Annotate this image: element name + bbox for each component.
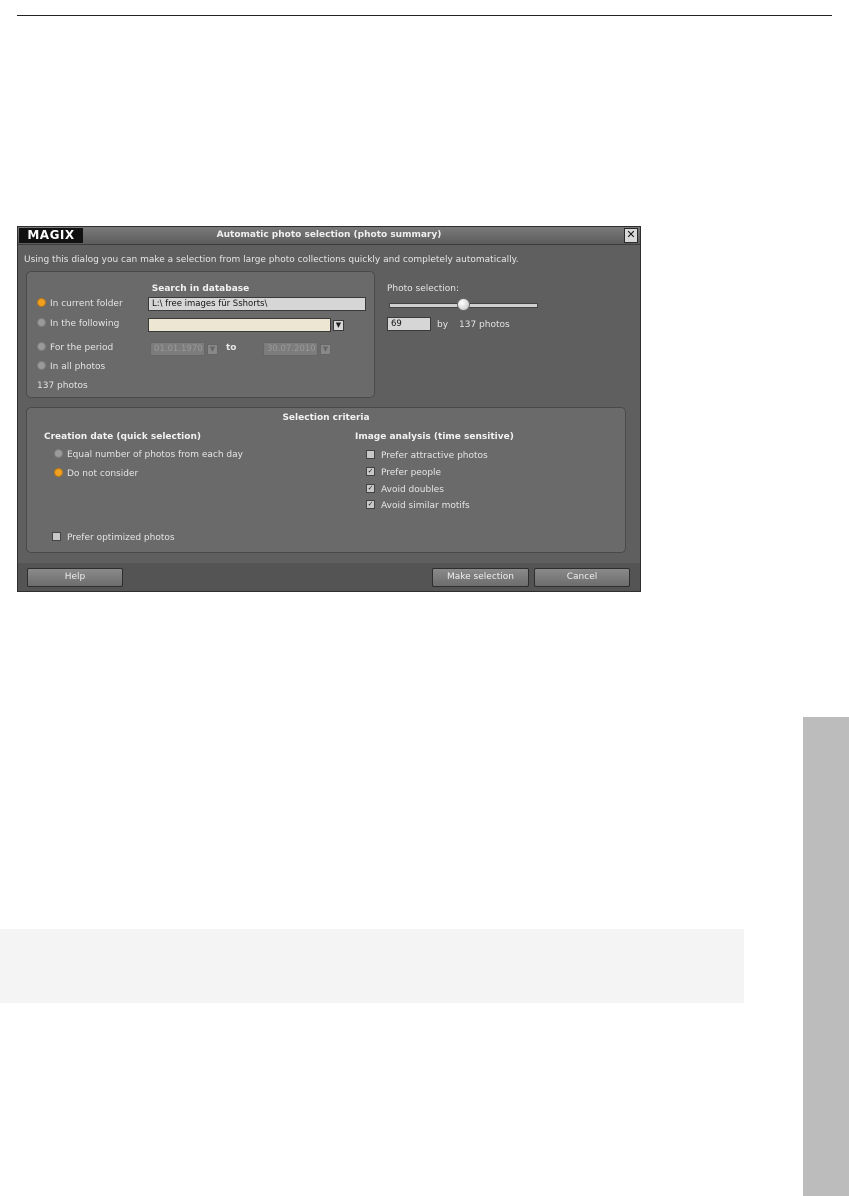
checkbox-prefer-people[interactable]: ✓ Prefer people bbox=[366, 467, 442, 478]
radio-label: In all photos bbox=[50, 362, 106, 372]
radio-dot-icon bbox=[54, 468, 63, 477]
chevron-down-icon[interactable]: ▼ bbox=[207, 344, 218, 355]
following-folder-select[interactable] bbox=[148, 318, 331, 332]
checkmark-icon: ✓ bbox=[366, 500, 375, 509]
criteria-panel-title: Selection criteria bbox=[282, 413, 370, 423]
close-icon[interactable]: ✕ bbox=[624, 228, 638, 243]
page-note-box bbox=[0, 929, 744, 1003]
checkbox-prefer-optimized[interactable]: Prefer optimized photos bbox=[52, 532, 175, 543]
checkbox-prefer-attractive[interactable]: Prefer attractive photos bbox=[366, 450, 488, 461]
period-to-field[interactable]: 30.07.2010 bbox=[263, 342, 318, 356]
period-to-label: to bbox=[226, 343, 237, 353]
radio-all-photos[interactable]: In all photos bbox=[37, 361, 106, 372]
help-button[interactable]: Help bbox=[27, 568, 123, 587]
checkbox-avoid-doubles[interactable]: ✓ Avoid doubles bbox=[366, 484, 444, 495]
selection-criteria-panel: Selection criteria bbox=[26, 407, 626, 553]
photo-selection-count-field[interactable]: 69 bbox=[387, 317, 431, 331]
checkbox-label: Avoid doubles bbox=[381, 485, 444, 495]
checkbox-icon bbox=[52, 532, 61, 541]
dialog-title: Automatic photo selection (photo summary… bbox=[216, 230, 442, 240]
make-selection-button[interactable]: Make selection bbox=[432, 568, 529, 587]
creation-date-heading: Creation date (quick selection) bbox=[44, 432, 201, 442]
checkmark-icon: ✓ bbox=[366, 484, 375, 493]
checkbox-avoid-similar[interactable]: ✓ Avoid similar motifs bbox=[366, 500, 470, 511]
radio-in-following[interactable]: In the following bbox=[37, 318, 120, 329]
search-photo-count: 137 photos bbox=[37, 381, 88, 391]
checkbox-label: Prefer attractive photos bbox=[381, 451, 488, 461]
radio-label: In the following bbox=[50, 319, 120, 329]
checkbox-icon bbox=[366, 450, 375, 459]
photo-selection-dialog: MAGIX Automatic photo selection (photo s… bbox=[17, 226, 641, 592]
chevron-down-icon[interactable]: ▼ bbox=[320, 344, 331, 355]
checkbox-label: Avoid similar motifs bbox=[381, 501, 470, 511]
page-side-tab bbox=[803, 717, 849, 1196]
radio-current-folder[interactable]: In current folder bbox=[37, 298, 123, 309]
period-from-field[interactable]: 01.01.1970 bbox=[150, 342, 205, 356]
photo-selection-by-label: by bbox=[437, 320, 449, 330]
photo-selection-slider-knob[interactable] bbox=[457, 298, 470, 311]
radio-label: Equal number of photos from each day bbox=[67, 450, 243, 460]
search-panel-title: Search in database bbox=[151, 284, 250, 294]
radio-dot-icon bbox=[54, 449, 63, 458]
radio-do-not-consider[interactable]: Do not consider bbox=[54, 468, 139, 479]
radio-dot-icon bbox=[37, 361, 46, 370]
radio-equal-per-day[interactable]: Equal number of photos from each day bbox=[54, 449, 243, 460]
checkbox-label: Prefer people bbox=[381, 468, 442, 478]
search-database-panel: Search in database bbox=[26, 271, 375, 398]
radio-dot-icon bbox=[37, 342, 46, 351]
current-folder-field[interactable]: L:\ free images für Sshorts\ bbox=[148, 297, 366, 311]
chevron-down-icon[interactable]: ▼ bbox=[333, 320, 344, 331]
image-analysis-heading: Image analysis (time sensitive) bbox=[355, 432, 514, 442]
photo-selection-label: Photo selection: bbox=[387, 284, 460, 294]
radio-label: For the period bbox=[50, 343, 114, 353]
radio-label: Do not consider bbox=[67, 469, 139, 479]
page-top-rule bbox=[17, 15, 832, 16]
cancel-button[interactable]: Cancel bbox=[534, 568, 630, 587]
photo-selection-total: 137 photos bbox=[459, 320, 510, 330]
dialog-titlebar: MAGIX Automatic photo selection (photo s… bbox=[18, 227, 640, 245]
radio-dot-icon bbox=[37, 298, 46, 307]
radio-dot-icon bbox=[37, 318, 46, 327]
radio-for-period[interactable]: For the period bbox=[37, 342, 114, 353]
checkmark-icon: ✓ bbox=[366, 467, 375, 476]
checkbox-label: Prefer optimized photos bbox=[67, 533, 175, 543]
radio-label: In current folder bbox=[50, 299, 123, 309]
dialog-intro-text: Using this dialog you can make a selecti… bbox=[24, 255, 519, 265]
